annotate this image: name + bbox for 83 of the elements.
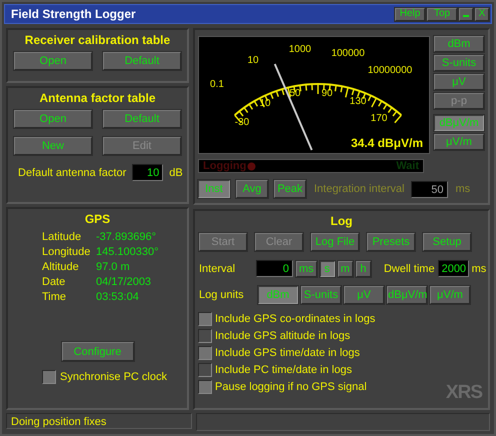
unit-label: dB [169, 166, 183, 178]
calibration-button[interactable]: Open [14, 52, 92, 70]
scale-label: 10000000 [368, 65, 412, 76]
checkbox-label: Include PC time/date in logs [215, 364, 352, 376]
minimize-button[interactable] [459, 8, 473, 20]
configure-button[interactable]: Configure [62, 342, 134, 361]
title-bar-button[interactable]: Top [427, 8, 457, 20]
checkbox[interactable] [42, 370, 56, 384]
panel-title: Log [330, 214, 354, 228]
interval-unit-button[interactable]: m [338, 260, 353, 276]
interval-unit-button[interactable]: ms [296, 260, 317, 276]
title-bar-button[interactable]: Help [395, 8, 425, 20]
gps-label: Longitude [42, 246, 92, 258]
log-unit-button[interactable]: μV/m [430, 286, 470, 304]
window-title: Field Strength Logger [11, 7, 136, 21]
gps-label: Date [42, 276, 66, 288]
log-unit-button[interactable]: dBμV/m [387, 286, 427, 304]
scale-label: -30 [234, 117, 250, 128]
unit-button[interactable]: μV/m [434, 134, 484, 150]
unit-label: ms [472, 262, 486, 274]
gps-label: Altitude [42, 261, 80, 273]
unit-button[interactable]: dBm [434, 36, 484, 52]
log-button[interactable]: Presets [367, 233, 415, 251]
interval-unit-button[interactable]: s [320, 260, 335, 276]
field-label: Dwell time [384, 262, 435, 274]
indicator-dot-icon [247, 162, 256, 170]
scale-label: 130 [350, 96, 366, 107]
close-button[interactable]: X [475, 8, 489, 20]
log-button[interactable]: Log File [311, 233, 359, 251]
checkbox-label: Pause logging if no GPS signal [215, 381, 367, 393]
log-unit-button[interactable]: dBm [258, 286, 298, 304]
unit-button[interactable]: dBμV/m [434, 115, 484, 131]
gps-value: 03:53:04 [96, 291, 140, 303]
checkbox-label: Include GPS time/date in logs [215, 347, 360, 359]
checkbox-label: Synchronise PC clock [60, 371, 167, 383]
input-field[interactable]: 2000 [438, 260, 469, 277]
unit-button[interactable]: S-units [434, 55, 484, 71]
checkbox[interactable] [198, 380, 212, 394]
checkbox[interactable] [198, 346, 212, 360]
status-indicator: Wait [396, 160, 419, 172]
log-unit-button[interactable]: μV [344, 286, 384, 304]
checkbox[interactable] [198, 363, 212, 377]
input-field[interactable]: 10 [132, 164, 164, 181]
gps-label: Time [42, 291, 68, 303]
checkbox[interactable] [198, 329, 212, 343]
mode-button[interactable]: Avg [236, 180, 268, 198]
panel-title: GPS [84, 212, 112, 226]
scale-label: 90 [321, 88, 333, 99]
field-label: Log units [199, 289, 245, 301]
scale-label: 170 [370, 113, 388, 124]
antenna-button[interactable]: New [14, 137, 92, 155]
status-bar: Doing position fixes [6, 413, 192, 429]
log-unit-button[interactable]: S-units [301, 286, 341, 304]
unit-label: ms [456, 183, 470, 195]
unit-button[interactable]: μV [434, 74, 484, 90]
input-field[interactable]: 0 [256, 260, 293, 277]
field-label: Interval [199, 262, 236, 274]
gps-value: 97.0 m [96, 261, 131, 273]
field-label: Integration interval [314, 183, 404, 195]
antenna-button[interactable]: Default [103, 110, 181, 128]
gps-value: 04/17/2003 [96, 276, 152, 288]
mode-button[interactable]: Peak [274, 180, 306, 198]
checkbox[interactable] [198, 312, 212, 326]
gps-value: -37.893696° [96, 231, 158, 243]
calibration-button[interactable]: Default [103, 52, 181, 70]
field-label: Default antenna factor [18, 166, 126, 178]
interval-unit-button[interactable]: h [356, 260, 371, 276]
log-button[interactable]: Setup [423, 233, 471, 251]
status-indicator: Logging [203, 160, 256, 172]
scale-label: 0.1 [210, 79, 224, 90]
panel-title: Antenna factor table [38, 91, 156, 105]
scale-label: 10 [247, 55, 259, 66]
panel-title: Receiver calibration table [24, 33, 172, 47]
antenna-button[interactable]: Open [14, 110, 92, 128]
scale-label: 100000 [331, 48, 365, 59]
checkbox-label: Include GPS co-ordinates in logs [215, 313, 376, 325]
scale-label: 1000 [288, 44, 312, 55]
scale-label: 50 [289, 88, 301, 99]
checkbox-label: Include GPS altitude in logs [215, 330, 350, 342]
gps-value: 145.100330° [96, 246, 160, 258]
mode-button[interactable]: Inst [198, 180, 230, 198]
gps-label: Latitude [42, 231, 82, 243]
meter-reading: 34.4 dBμV/m [350, 136, 423, 150]
